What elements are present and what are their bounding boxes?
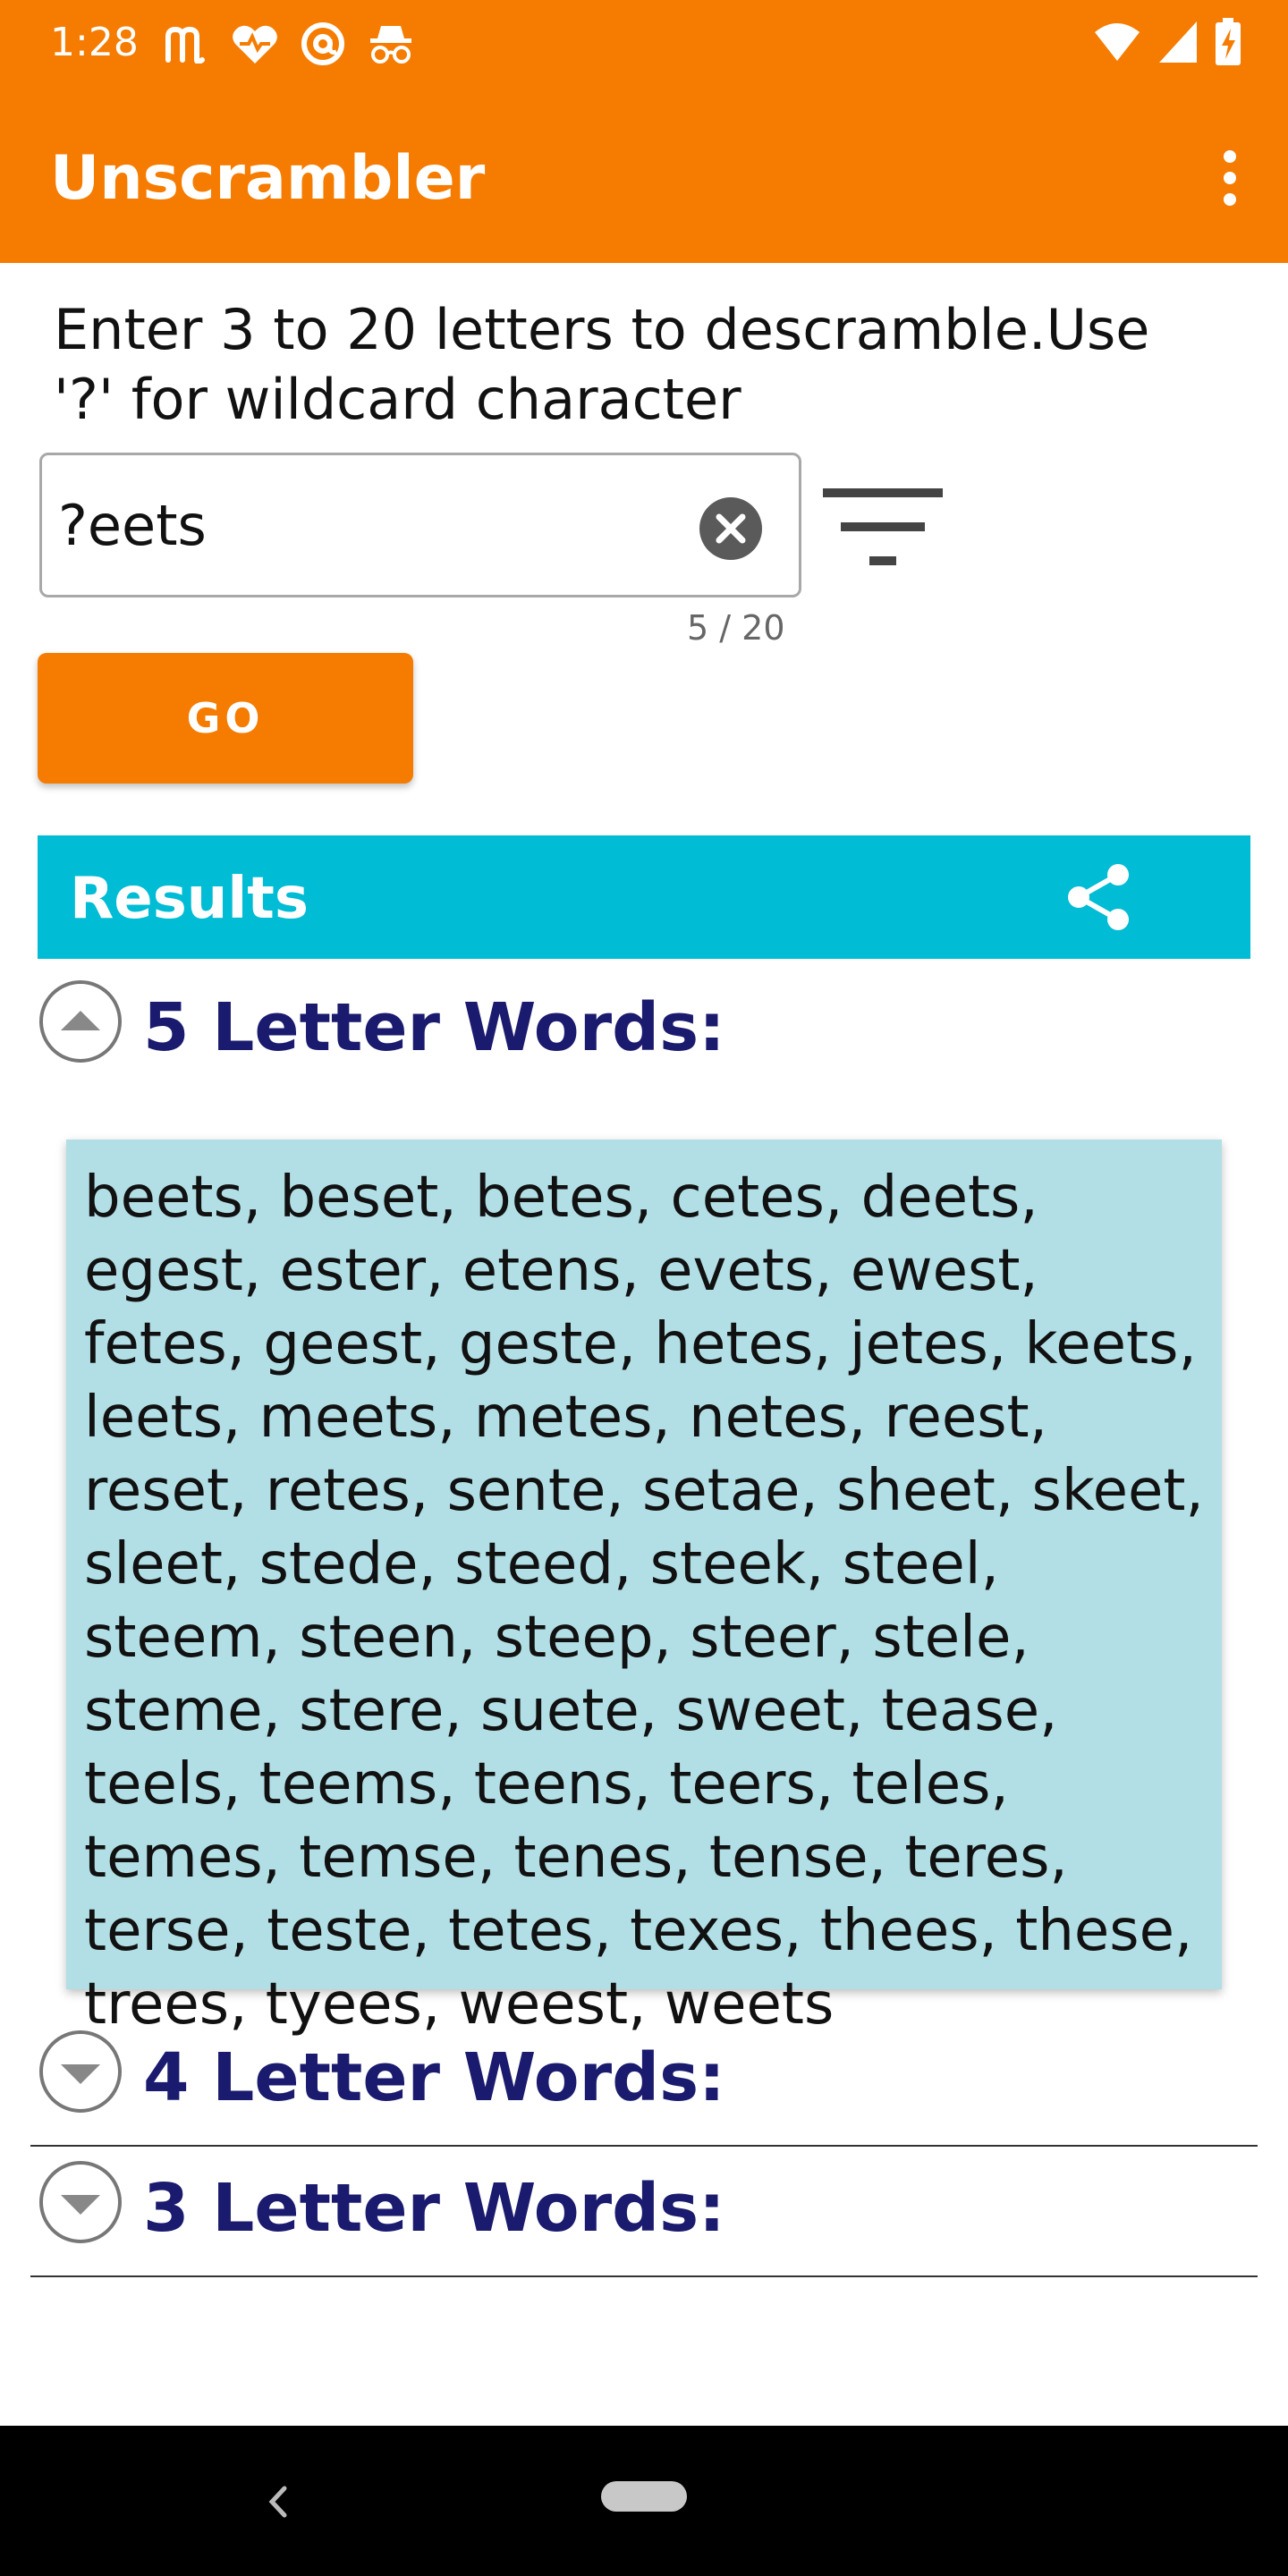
group-title: 5 Letter Words:	[143, 989, 725, 1066]
words-list-5-letter: beets, beset, betes, cetes, deets, egest…	[66, 1140, 1222, 2038]
status-notification-icons	[163, 21, 415, 66]
heart-icon	[233, 25, 277, 64]
divider	[30, 2275, 1258, 2277]
m-notification-icon	[165, 26, 205, 64]
more-vertical-icon[interactable]	[1216, 148, 1243, 208]
back-icon[interactable]	[259, 2470, 295, 2533]
go-button[interactable]: GO	[38, 653, 413, 784]
signal-icon	[1159, 21, 1197, 63]
clear-icon[interactable]	[699, 496, 763, 561]
battery-charging-icon	[1216, 18, 1241, 65]
filter-icon[interactable]	[823, 488, 943, 571]
group-title: 4 Letter Words:	[143, 2039, 725, 2116]
results-header: Results	[38, 835, 1250, 959]
letters-input-field[interactable]	[39, 453, 801, 597]
share-icon[interactable]	[1064, 862, 1134, 932]
divider	[30, 2145, 1258, 2147]
collapse-up-icon[interactable]	[38, 979, 123, 1064]
char-counter: 5 / 20	[687, 608, 785, 648]
expand-down-icon[interactable]	[38, 2029, 123, 2114]
at-sign-icon	[301, 22, 344, 65]
group-header-4-letter[interactable]: 4 Letter Words:	[38, 2029, 1254, 2118]
expand-down-icon[interactable]	[38, 2159, 123, 2245]
status-time: 1:28	[50, 20, 139, 65]
app-bar: Unscrambler	[0, 89, 1288, 263]
home-pill-button[interactable]	[601, 2481, 687, 2512]
navigation-bar	[0, 2426, 1288, 2576]
letters-input[interactable]	[58, 493, 684, 558]
results-title: Results	[70, 866, 309, 932]
status-bar: 1:28	[0, 0, 1288, 89]
status-system-icons	[1093, 18, 1241, 66]
group-header-3-letter[interactable]: 3 Letter Words:	[38, 2159, 1254, 2249]
words-text: beets, beset, betes, cetes, deets, egest…	[84, 1165, 1204, 2038]
group-title: 3 Letter Words:	[143, 2170, 725, 2247]
app-title: Unscrambler	[50, 143, 486, 214]
incognito-icon	[370, 26, 411, 64]
wifi-icon	[1095, 23, 1140, 61]
group-header-5-letter[interactable]: 5 Letter Words:	[38, 979, 1254, 1068]
instructions-text: Enter 3 to 20 letters to descramble.Use …	[54, 297, 1150, 432]
